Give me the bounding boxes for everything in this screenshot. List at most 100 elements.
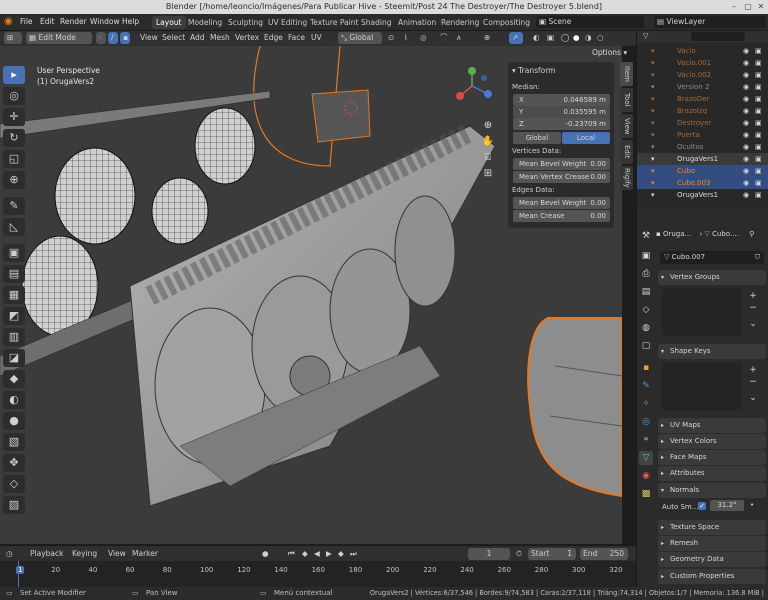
measure-icon[interactable]: ◺ [3,218,25,236]
menu-view[interactable]: View [140,32,158,44]
add-cube-icon[interactable]: ▣ [3,244,25,262]
tab-item[interactable]: Item [620,62,633,86]
menu-render[interactable]: Render [60,17,87,26]
render-props-icon[interactable]: ▣ [639,249,653,263]
output-props-icon[interactable]: ⎙ [639,267,653,281]
outliner-row[interactable]: ▾ BrazoIzq ◉ ▣ [637,105,768,117]
start-frame-field[interactable]: Start 1 [528,548,576,560]
outliner-filter-icon[interactable]: ▽ [643,32,648,40]
material-shading-icon[interactable]: ◑ [585,32,592,44]
pin-icon[interactable]: ⚲ [749,230,754,238]
cursor-icon[interactable]: ◎ [3,87,25,105]
outliner-row[interactable]: ▾ Cubo ◉ ▣ [637,165,768,177]
auto-smooth-checkbox[interactable]: ✓ [698,502,706,510]
eye-icon[interactable]: ◉ [743,57,749,69]
jump-end-icon[interactable]: ⏭ [350,548,357,560]
jump-start-icon[interactable]: ⏮ [288,548,295,560]
end-frame-field[interactable]: End 250 [580,548,628,560]
keyframe-dot-icon[interactable]: • [750,501,754,509]
rendered-shading-icon[interactable]: ○ [597,32,604,44]
auto-smooth-angle-field[interactable]: 31.2° [710,500,744,511]
loop-cut-icon[interactable]: ▥ [3,328,25,346]
camera-icon[interactable]: ▣ [755,153,762,165]
camera-icon[interactable]: ▣ [755,189,762,201]
physics-props-icon[interactable]: ◎ [639,415,653,429]
extrude-icon[interactable]: ▤ [3,265,25,283]
shape-keys-panel[interactable]: ▾ Shape Keys [658,344,766,359]
camera-icon[interactable]: ▣ [755,117,762,129]
median-z-field[interactable]: Z -0.23709 m [513,118,610,130]
tab-edit[interactable]: Edit [620,140,633,164]
eye-icon[interactable]: ◉ [743,153,749,165]
shrink-icon[interactable]: ✥ [3,454,25,472]
add-shape-key-icon[interactable]: + [748,364,758,376]
outliner-search-input[interactable] [691,32,745,41]
curve-icon[interactable]: ∧ [456,32,462,44]
play-reverse-icon[interactable]: ◀ [314,548,320,560]
camera-icon[interactable]: ▣ [755,57,762,69]
eye-icon[interactable]: ◉ [743,93,749,105]
attributes-panel[interactable]: ▸ Attributes [658,466,766,481]
eye-icon[interactable]: ◉ [743,69,749,81]
outliner-row[interactable]: ▾ Vacio.002 ◉ ▣ [637,69,768,81]
vertex-groups-panel[interactable]: ▾ Vertex Groups [658,270,766,285]
vertex-colors-panel[interactable]: ▸ Vertex Colors [658,434,766,449]
outliner-row[interactable]: ▾ Vacio ◉ ▣ [637,45,768,57]
visibility-icon[interactable]: ⊕ [484,32,490,44]
tool-props-icon[interactable]: ⚒ [639,229,653,243]
eye-icon[interactable]: ◉ [743,105,749,117]
tab-layout[interactable]: Layout [152,16,186,29]
wireframe-shading-icon[interactable]: ◯ [561,32,569,44]
modifier-props-icon[interactable]: ✎ [639,379,653,393]
select-box-icon[interactable]: ▸ [3,66,25,84]
camera-icon[interactable]: ▣ [755,81,762,93]
knife-icon[interactable]: ◪ [3,349,25,367]
local-toggle[interactable]: Local [562,132,610,144]
play-icon[interactable]: ▶ [326,548,332,560]
solid-shading-icon[interactable]: ● [573,32,580,44]
smooth-icon[interactable]: ● [3,412,25,430]
tab-rendering[interactable]: Rendering [437,16,483,29]
mesh-datablock-field[interactable]: ▽ Cubo.007 ⛉ [660,251,764,264]
scale-icon[interactable]: ◱ [3,150,25,168]
transform-header[interactable]: ▾ Transform [512,66,555,75]
blender-logo-icon[interactable]: ◉ [4,16,13,27]
outliner-row[interactable]: ▾ Vacio.001 ◉ ▣ [637,57,768,69]
camera-icon[interactable]: ▣ [755,165,762,177]
tab-rigify[interactable]: Rigify [620,166,633,190]
outliner-row[interactable]: ▾ OrugaVers1 ◉ ▣ [637,189,768,201]
poly-build-icon[interactable]: ◆ [3,370,25,388]
menu-add[interactable]: Add [190,32,205,44]
menu-playback[interactable]: Playback [30,548,63,560]
camera-icon[interactable]: ▣ [755,93,762,105]
snap-icon[interactable]: ⌇ [404,32,408,44]
tab-compositing[interactable]: Compositing [479,16,534,29]
edge-bevel-field[interactable]: Mean Bevel Weight 0.00 [513,197,610,209]
particles-props-icon[interactable]: ✧ [639,397,653,411]
eye-icon[interactable]: ◉ [743,165,749,177]
menu-window[interactable]: Window [90,17,120,26]
bevel-icon[interactable]: ◩ [3,307,25,325]
constraints-props-icon[interactable]: ⚭ [639,433,653,447]
pan-hand-icon[interactable]: ✋ [481,134,495,150]
tab-uv-editing[interactable]: UV Editing [264,16,311,29]
camera-icon[interactable]: ▣ [755,141,762,153]
mesh-data-props-icon[interactable]: ▽ [639,451,653,465]
falloff-icon[interactable]: ⌒ [440,32,448,44]
shape-keys-list[interactable] [662,362,742,410]
menu-mesh[interactable]: Mesh [210,32,230,44]
camera-icon[interactable]: ▣ [755,129,762,141]
pivot-icon[interactable]: ⊙ [388,32,394,44]
record-icon[interactable]: ● [262,548,269,560]
maximize-icon[interactable]: ▢ [744,3,752,11]
camera-icon[interactable]: ▣ [755,105,762,117]
editor-type-icon[interactable]: ⊞ [4,32,22,44]
vertex-crease-field[interactable]: Mean Vertex Crease 0.00 [513,171,610,183]
normals-panel[interactable]: ▾ Normals [658,483,766,498]
object-props-icon[interactable]: ▪ [639,361,653,375]
add-vertex-group-icon[interactable]: + [748,290,758,302]
vertex-bevel-field[interactable]: Mean Bevel Weight 0.00 [513,158,610,170]
vertex-group-menu-icon[interactable]: ⌄ [748,318,758,330]
next-key-icon[interactable]: ◆ [338,548,344,560]
tab-animation[interactable]: Animation [394,16,440,29]
